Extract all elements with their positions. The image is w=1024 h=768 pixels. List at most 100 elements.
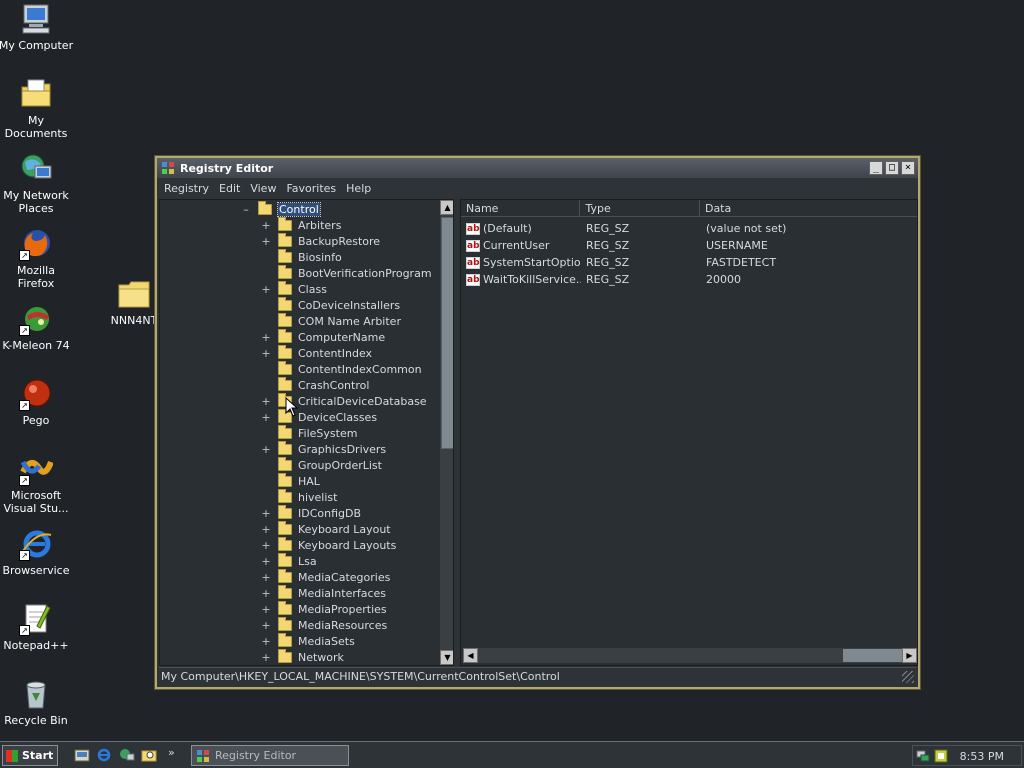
tree-node[interactable]: CoDeviceInstallers bbox=[260, 296, 400, 313]
tree-node[interactable]: + Keyboard Layouts bbox=[260, 536, 396, 553]
expand-toggle[interactable]: + bbox=[260, 571, 272, 584]
tree-vertical-scrollbar[interactable]: ▲ ▼ bbox=[440, 200, 453, 665]
expand-toggle[interactable]: + bbox=[260, 507, 272, 520]
key-tree[interactable]: – Control + Arbiters + BackupRestore Biosinf… bbox=[159, 199, 454, 666]
desktop-icon-visual-studio[interactable]: ↗ Microsoft Visual Stu... bbox=[0, 452, 74, 515]
tree-node[interactable]: + MediaSets bbox=[260, 632, 355, 649]
expand-toggle[interactable]: + bbox=[260, 411, 272, 424]
clock[interactable]: 8:53 PM bbox=[960, 750, 1004, 763]
scroll-down-button[interactable]: ▼ bbox=[440, 650, 453, 665]
tree-node[interactable]: + MediaCategories bbox=[260, 568, 390, 585]
value-row[interactable]: ab (Default) REG_SZ (value not set) bbox=[461, 220, 917, 237]
menu-edit[interactable]: Edit bbox=[214, 182, 245, 195]
menu-registry[interactable]: Registry bbox=[159, 182, 214, 195]
desktop-icon-browservice[interactable]: ↗ Browservice bbox=[0, 527, 74, 577]
desktop-icon-my-network-places[interactable]: My Network Places bbox=[0, 152, 74, 215]
desktop-icon-my-documents[interactable]: My Documents bbox=[0, 77, 74, 140]
tree-node[interactable]: FileSystem bbox=[260, 424, 357, 441]
tree-node[interactable]: + MediaInterfaces bbox=[260, 584, 386, 601]
scroll-right-button[interactable]: ▶ bbox=[902, 648, 917, 663]
desktop-icon-mozilla-firefox[interactable]: ↗ Mozilla Firefox bbox=[0, 227, 74, 290]
tree-node[interactable]: + Arbiters bbox=[260, 216, 341, 233]
expand-toggle[interactable]: + bbox=[260, 587, 272, 600]
desktop-icon-notepad-plus-plus[interactable]: ↗ Notepad++ bbox=[0, 602, 74, 652]
windows-logo-icon bbox=[6, 749, 18, 762]
expand-toggle[interactable]: + bbox=[260, 395, 272, 408]
expand-toggle[interactable]: + bbox=[260, 651, 272, 664]
expand-toggle[interactable]: + bbox=[260, 619, 272, 632]
tree-node[interactable]: BootVerificationProgram bbox=[260, 264, 432, 281]
tree-node[interactable]: + IDConfigDB bbox=[260, 504, 361, 521]
column-header-data[interactable]: Data bbox=[700, 200, 917, 217]
network-icon[interactable] bbox=[119, 747, 135, 763]
expand-toggle[interactable]: + bbox=[260, 235, 272, 248]
value-row[interactable]: ab WaitToKillService... REG_SZ 20000 bbox=[461, 271, 917, 288]
show-desktop-icon[interactable] bbox=[74, 747, 90, 763]
expand-toggle[interactable]: + bbox=[260, 331, 272, 344]
value-row[interactable]: abSystemStartOptions REG_SZ FASTDETECT bbox=[461, 254, 917, 271]
scroll-left-button[interactable]: ◀ bbox=[463, 648, 478, 663]
tree-node[interactable]: + MediaProperties bbox=[260, 600, 387, 617]
list-horizontal-scrollbar[interactable]: ◀ ▶ bbox=[463, 648, 917, 663]
menu-help[interactable]: Help bbox=[341, 182, 376, 195]
tree-node[interactable]: + Keyboard Layout bbox=[260, 520, 391, 537]
expand-toggle[interactable]: + bbox=[260, 635, 272, 648]
folder-icon bbox=[278, 248, 292, 263]
tree-node[interactable]: + ComputerName bbox=[260, 328, 385, 345]
value-row[interactable]: ab CurrentUser REG_SZ USERNAME bbox=[461, 237, 917, 254]
column-header-type[interactable]: Type bbox=[580, 200, 700, 217]
tree-node[interactable]: + MediaResources bbox=[260, 616, 387, 633]
folder-icon bbox=[278, 440, 292, 455]
tree-node[interactable]: Biosinfo bbox=[260, 248, 342, 265]
desktop-icon-recycle-bin[interactable]: Recycle Bin bbox=[0, 677, 74, 727]
tree-node[interactable]: GroupOrderList bbox=[260, 456, 382, 473]
scroll-thumb[interactable] bbox=[843, 649, 903, 662]
quicklaunch-overflow-button[interactable]: » bbox=[168, 746, 175, 759]
tree-node[interactable]: COM Name Arbiter bbox=[260, 312, 401, 329]
tree-node[interactable]: + DeviceClasses bbox=[260, 408, 377, 425]
tree-node[interactable]: hivelist bbox=[260, 488, 337, 505]
menu-favorites[interactable]: Favorites bbox=[281, 182, 341, 195]
expand-toggle[interactable]: + bbox=[260, 283, 272, 296]
tree-node[interactable]: HAL bbox=[260, 472, 320, 489]
folder-icon bbox=[278, 296, 292, 311]
expand-toggle[interactable]: + bbox=[260, 523, 272, 536]
scroll-thumb[interactable] bbox=[441, 217, 453, 449]
notepad-plus-plus-icon: ↗ bbox=[19, 602, 53, 636]
internet-explorer-icon[interactable] bbox=[96, 747, 112, 763]
close-button[interactable]: × bbox=[901, 161, 915, 175]
tree-node[interactable]: CrashControl bbox=[260, 376, 369, 393]
maximize-button[interactable]: □ bbox=[885, 161, 899, 175]
tree-node[interactable]: + GraphicsDrivers bbox=[260, 440, 386, 457]
column-header-name[interactable]: Name bbox=[461, 200, 581, 217]
taskbar-button-registry-editor[interactable]: Registry Editor bbox=[191, 745, 349, 766]
desktop-icon-pego[interactable]: ↗ Pego bbox=[0, 377, 74, 427]
tray-app-icon[interactable] bbox=[934, 749, 948, 763]
desktop-icon-my-computer[interactable]: My Computer bbox=[0, 2, 74, 52]
scroll-up-button[interactable]: ▲ bbox=[440, 200, 453, 215]
start-button[interactable]: Start bbox=[2, 745, 58, 766]
tree-node[interactable]: + Lsa bbox=[260, 552, 317, 569]
tree-node[interactable]: + BackupRestore bbox=[260, 232, 380, 249]
tree-node-label: Class bbox=[298, 282, 327, 296]
expand-toggle[interactable]: + bbox=[260, 219, 272, 232]
menu-view[interactable]: View bbox=[245, 182, 281, 195]
expand-toggle[interactable]: + bbox=[260, 347, 272, 360]
minimize-button[interactable]: _ bbox=[869, 161, 883, 175]
resize-grip[interactable] bbox=[902, 671, 914, 683]
tree-node[interactable]: ContentIndexCommon bbox=[260, 360, 422, 377]
expand-toggle[interactable]: + bbox=[260, 443, 272, 456]
tree-node[interactable]: + Network bbox=[260, 648, 344, 665]
tree-node[interactable]: + ContentIndex bbox=[260, 344, 372, 361]
search-folder-icon[interactable] bbox=[141, 747, 157, 763]
tree-node[interactable]: + Class bbox=[260, 280, 327, 297]
title-bar[interactable]: Registry Editor _ □ × bbox=[157, 158, 918, 178]
tray-network-icon[interactable] bbox=[916, 749, 930, 763]
tree-node-control[interactable]: – Control bbox=[240, 200, 321, 217]
expand-toggle[interactable]: + bbox=[260, 555, 272, 568]
desktop-icon-k-meleon[interactable]: ↗ K-Meleon 74 bbox=[0, 302, 74, 352]
collapse-toggle[interactable]: – bbox=[240, 203, 252, 216]
expand-toggle[interactable]: + bbox=[260, 603, 272, 616]
values-list[interactable]: Name Type Data ab (Default) REG_SZ (value n… bbox=[460, 199, 918, 666]
expand-toggle[interactable]: + bbox=[260, 539, 272, 552]
